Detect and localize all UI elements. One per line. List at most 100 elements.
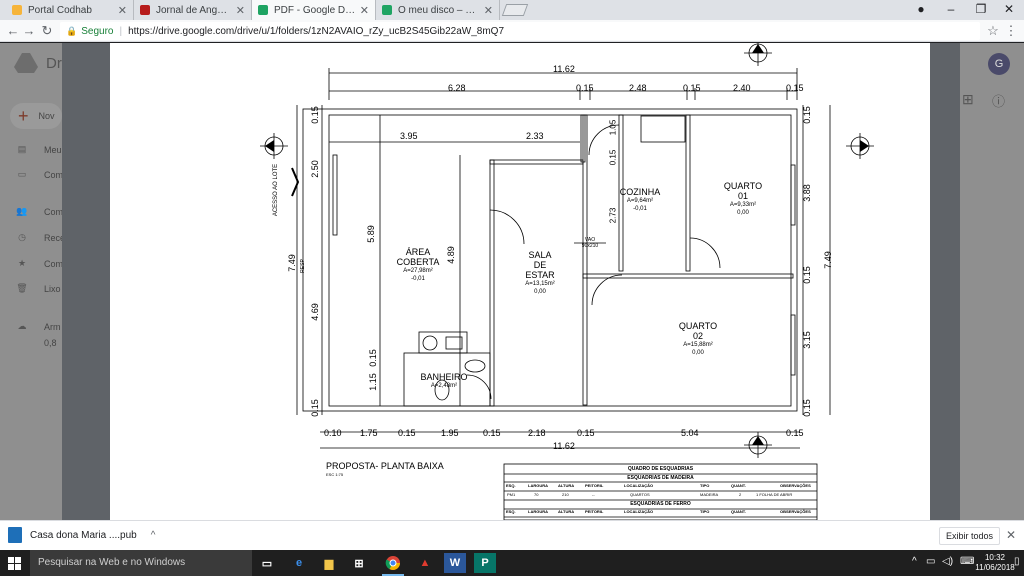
menu-icon[interactable]: ⋮	[1002, 22, 1020, 40]
clock-date: 11/06/2018	[975, 563, 1015, 572]
address-bar[interactable]: 🔒 Seguro | https://drive.google.com/driv…	[60, 22, 980, 40]
table-header: ALTURA	[558, 483, 575, 488]
chrome-icon[interactable]	[382, 553, 404, 576]
windows-start-icon[interactable]	[8, 557, 21, 570]
download-item[interactable]: Casa dona Maria ....pub ^	[8, 527, 155, 543]
avatar[interactable]: G	[988, 53, 1010, 75]
room-sala-de-estar: SALA DE ESTAR A=13,15m² 0,00	[510, 250, 570, 296]
close-tab-icon[interactable]: ✕	[118, 4, 127, 17]
close-window-icon[interactable]: ✕	[994, 0, 1024, 20]
room-area: A=27,98m²	[403, 268, 433, 274]
dim-vertical: 2.73	[608, 207, 618, 224]
minimize-icon[interactable]: –	[936, 0, 966, 20]
dim-bottom: 5.04	[681, 428, 699, 438]
sidebar-item-shared[interactable]: 👥 Com	[16, 206, 63, 217]
sidebar-item-trash[interactable]: 🗑 Lixo	[16, 283, 60, 294]
task-view-icon[interactable]: ▭	[256, 553, 278, 573]
store-icon[interactable]: ⊞	[348, 553, 370, 573]
tab-pdf-google-drive[interactable]: PDF - Google Drive ✕	[252, 0, 376, 20]
close-tab-icon[interactable]: ✕	[360, 4, 369, 17]
vao-label: VAO 90x210	[574, 237, 606, 249]
file-explorer-icon[interactable]: ▆	[318, 553, 340, 573]
jornal-favicon-icon	[140, 5, 150, 15]
room-name: ÁREA	[405, 247, 431, 257]
table-subtitle: ESQUADRIAS DE MADEIRA	[627, 475, 694, 481]
table-cell: QUARTOS	[630, 492, 650, 497]
drawing-scale: ESC 1:75	[326, 472, 344, 477]
table-header: LOCALIZAÇÃO	[624, 483, 654, 488]
dim-top: 2.48	[629, 83, 647, 93]
sidebar-label: Com	[44, 169, 64, 180]
close-downloads-icon[interactable]: ✕	[1006, 528, 1016, 542]
forward-icon[interactable]: →	[20, 22, 38, 40]
navigation-bar: ← → ↻ 🔒 Seguro | https://drive.google.co…	[0, 20, 1024, 42]
keyboard-icon[interactable]: ⌨	[960, 556, 974, 567]
show-hidden-icons-icon[interactable]: ^	[912, 556, 917, 567]
sidebar-label: Arm	[44, 321, 61, 332]
access-label: ACESSO AO LOTE	[273, 163, 280, 217]
table-header: LARGURA	[528, 483, 548, 488]
word-icon[interactable]: W	[444, 553, 466, 573]
room-banheiro: BANHEIRO A=2,48m²	[412, 372, 476, 390]
dim-left: 4.69	[309, 303, 320, 321]
pdf-page[interactable]: 11.62 6.28 0.15 2.48 0.15 2.40 0.15 3.95…	[110, 43, 930, 520]
tab-portal-codhab[interactable]: Portal Codhab ✕	[6, 0, 134, 20]
room-cozinha: COZINHA A=9,64m² -0,01	[610, 187, 670, 213]
info-icon[interactable]: ⓘ	[992, 91, 1005, 110]
sidebar-item-starred[interactable]: ★ Com	[16, 258, 63, 269]
plus-icon: +	[18, 105, 29, 126]
restore-icon[interactable]: ❐	[966, 0, 996, 20]
storage-text: 0,8	[44, 338, 57, 348]
bookmark-star-icon[interactable]: ☆	[984, 22, 1002, 40]
acrobat-icon[interactable]: ▲	[414, 553, 436, 573]
show-all-button[interactable]: Exibir todos	[939, 527, 1001, 545]
taskbar-clock[interactable]: 10:32 11/06/2018	[975, 553, 1015, 573]
dim-left: 0.15	[309, 106, 320, 124]
table-header: OBSERVAÇÕES	[780, 483, 811, 488]
windows-taskbar: Pesquisar na Web e no Windows ▭ e ▆ ⊞ ▲ …	[0, 550, 1024, 576]
tab-meu-disco[interactable]: O meu disco – Google Dr ✕	[376, 0, 500, 20]
trash-icon: 🗑	[16, 283, 28, 293]
dim-bottom: 0.15	[398, 428, 416, 438]
dim-right: 3.88	[801, 184, 812, 202]
dim-vertical: 5.89	[365, 225, 376, 243]
table-header: LARGURA	[528, 509, 548, 514]
dim-right: 0.15	[801, 266, 812, 284]
room-area: A=9,64m²	[626, 198, 654, 204]
drive-icon: ▤	[17, 144, 27, 154]
edge-icon[interactable]: e	[288, 553, 310, 573]
dim-right: 3.15	[801, 331, 812, 349]
sidebar-item-storage[interactable]: ☁ Arm	[16, 321, 61, 332]
publisher-icon[interactable]: P	[474, 553, 496, 573]
dim-left: 1.15	[367, 373, 378, 391]
sidebar-item-meu-disco[interactable]: ▤ Meu	[16, 144, 62, 155]
new-tab-button[interactable]	[501, 4, 529, 16]
room-name: DE	[533, 260, 547, 270]
profile-icon[interactable]: ●	[906, 0, 936, 20]
codhab-favicon-icon	[12, 5, 22, 15]
table-row: PM1 70 210 -- QUARTOS MADEIRA 2 1 FOLHA …	[504, 492, 817, 500]
dim-top: 0.15	[786, 83, 804, 93]
new-button[interactable]: + Nov	[10, 103, 62, 129]
close-tab-icon[interactable]: ✕	[236, 4, 245, 17]
taskbar-search[interactable]: Pesquisar na Web e no Windows	[30, 550, 252, 576]
drive-favicon-icon	[382, 5, 392, 15]
sidebar-item-recent[interactable]: ◷ Rece	[16, 232, 65, 243]
sidebar-label: Meu	[44, 144, 62, 155]
room-level: 0,00	[737, 210, 749, 216]
notifications-icon[interactable]: ▯	[1014, 556, 1020, 567]
tab-jornal-angola[interactable]: Jornal de Angola - Online ✕	[134, 0, 252, 20]
grid-view-icon[interactable]: ⊞	[962, 91, 974, 108]
recent-icon: ◷	[18, 232, 26, 242]
sidebar-label: Com	[44, 258, 64, 269]
dim-vertical: 1.05	[608, 119, 618, 136]
close-tab-icon[interactable]: ✕	[484, 4, 493, 17]
table-cell: 2	[739, 492, 742, 497]
sidebar-item-computers[interactable]: ▭ Com	[16, 169, 63, 180]
room-name: ESTAR	[525, 270, 555, 280]
volume-icon[interactable]: ◁)	[942, 556, 953, 567]
network-icon[interactable]: ▭	[926, 556, 935, 567]
chevron-up-icon[interactable]: ^	[151, 530, 156, 541]
reload-icon[interactable]: ↻	[38, 22, 56, 40]
room-area: A=15,88m²	[683, 342, 713, 348]
